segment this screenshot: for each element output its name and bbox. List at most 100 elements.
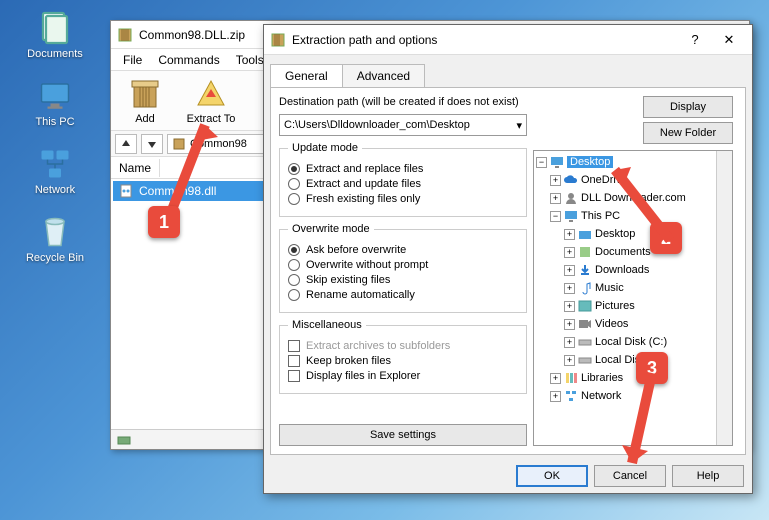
check-keep-broken[interactable]: Keep broken files [288,355,518,367]
radio-fresh-only[interactable]: Fresh existing files only [288,193,518,205]
cloud-icon [564,173,578,187]
recyclebin-icon [37,214,73,250]
dest-path-input[interactable]: C:\Users\Dlldownloader_com\Desktop ▾ [279,114,527,136]
toolbar-btn-label: Add [135,113,155,125]
update-mode-legend: Update mode [288,142,362,154]
folder-icon [578,245,592,259]
check-extract-subfolders: Extract archives to subfolders [288,340,518,352]
down-arrow-icon [146,138,158,150]
desktop-icon-recyclebin[interactable]: Recycle Bin [0,214,110,264]
status-icon [117,434,131,446]
ok-button[interactable]: OK [516,465,588,487]
desktop-icon-label: Documents [27,48,83,60]
tree-pc-downloads[interactable]: +Downloads [536,261,730,279]
expand-icon[interactable]: + [564,355,575,366]
checkbox-icon [288,355,300,367]
documents-icon [37,10,73,46]
dest-path-value: C:\Users\Dlldownloader_com\Desktop [284,119,470,131]
radio-icon [288,274,300,286]
up-arrow-icon [120,138,132,150]
radio-rename-auto[interactable]: Rename automatically [288,289,518,301]
radio-overwrite-noprompt[interactable]: Overwrite without prompt [288,259,518,271]
tree-pc-videos[interactable]: +Videos [536,315,730,333]
help-button[interactable]: ? [678,28,712,52]
expand-icon[interactable]: + [550,193,561,204]
radio-extract-update[interactable]: Extract and update files [288,178,518,190]
dialog-title: Extraction path and options [292,33,678,47]
collapse-icon[interactable]: − [536,157,547,168]
folder-icon [578,227,592,241]
menu-commands[interactable]: Commands [150,51,227,69]
radio-icon [288,289,300,301]
checkbox-icon [288,370,300,382]
radio-icon [288,244,300,256]
new-folder-button[interactable]: New Folder [643,122,733,144]
desktop-icon-thispc[interactable]: This PC [0,78,110,128]
desktop-icon-label: This PC [35,116,74,128]
drive-icon [578,335,592,349]
expand-icon[interactable]: + [564,301,575,312]
checkbox-icon [288,340,300,352]
dll-file-icon [119,184,133,198]
dialog-titlebar[interactable]: Extraction path and options ? ✕ [264,25,752,55]
close-button[interactable]: ✕ [712,28,746,52]
annotation-callout-1: 1 [148,206,180,238]
tree-pc-drive-c[interactable]: +Local Disk (C:) [536,333,730,351]
save-settings-button[interactable]: Save settings [279,424,527,446]
expand-icon[interactable]: + [564,283,575,294]
desktop: Documents This PC Network Recycle Bin [0,0,110,282]
expand-icon[interactable]: + [550,373,561,384]
column-name[interactable]: Name [111,159,160,177]
network-icon [564,389,578,403]
annotation-arrow-2 [595,155,685,255]
check-display-explorer[interactable]: Display files in Explorer [288,370,518,382]
update-mode-group: Update mode Extract and replace files Ex… [279,142,527,217]
music-icon [578,281,592,295]
desktop-icon-documents[interactable]: Documents [0,10,110,60]
winrar-icon [117,27,133,43]
expand-icon[interactable]: + [564,337,575,348]
expand-icon[interactable]: + [550,391,561,402]
dropdown-icon: ▾ [516,119,522,132]
desktop-icon-label: Recycle Bin [26,252,84,264]
tree-pc-music[interactable]: +Music [536,279,730,297]
radio-ask-overwrite[interactable]: Ask before overwrite [288,244,518,256]
display-button[interactable]: Display [643,96,733,118]
expand-icon[interactable]: + [564,247,575,258]
pc-icon [564,209,578,223]
expand-icon[interactable]: + [564,265,575,276]
misc-legend: Miscellaneous [288,319,366,331]
winrar-icon [270,32,286,48]
radio-icon [288,193,300,205]
radio-icon [288,178,300,190]
menu-file[interactable]: File [115,51,150,69]
radio-icon [288,163,300,175]
pictures-icon [578,299,592,313]
radio-icon [288,259,300,271]
downloads-icon [578,263,592,277]
libraries-icon [564,371,578,385]
tree-scrollbar[interactable] [716,151,732,445]
desktop-icon-network[interactable]: Network [0,146,110,196]
expand-icon[interactable]: + [564,229,575,240]
desktop-icon [550,155,564,169]
expand-icon[interactable]: + [550,175,561,186]
dest-path-label: Destination path (will be created if doe… [279,96,527,108]
radio-skip-existing[interactable]: Skip existing files [288,274,518,286]
user-icon [564,191,578,205]
collapse-icon[interactable]: − [550,211,561,222]
overwrite-mode-legend: Overwrite mode [288,223,374,235]
tab-advanced[interactable]: Advanced [342,64,425,87]
nav-up-button[interactable] [115,134,137,154]
overwrite-mode-group: Overwrite mode Ask before overwrite Over… [279,223,527,313]
videos-icon [578,317,592,331]
misc-group: Miscellaneous Extract archives to subfol… [279,319,527,394]
radio-extract-replace[interactable]: Extract and replace files [288,163,518,175]
dialog-tabs: General Advanced [264,61,752,87]
tree-pc-pictures[interactable]: +Pictures [536,297,730,315]
network-icon [37,146,73,182]
tab-general[interactable]: General [270,64,343,87]
add-archive-icon [128,77,162,111]
expand-icon[interactable]: + [564,319,575,330]
pc-icon [37,78,73,114]
